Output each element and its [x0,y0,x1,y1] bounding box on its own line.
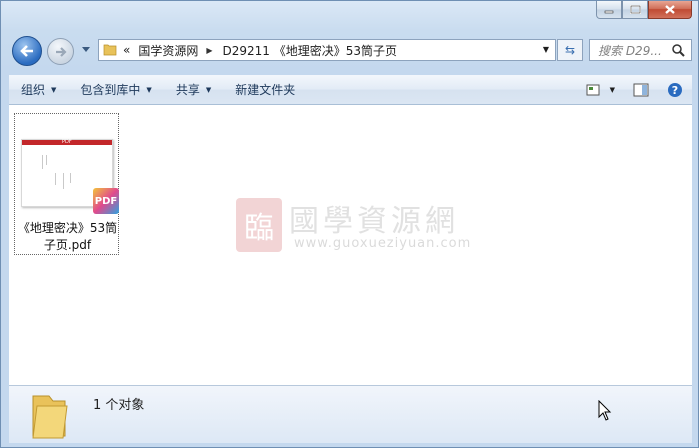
search-placeholder: 搜索 D29... [598,43,662,58]
thumb-text-line [42,155,43,169]
command-bar: 组织 ▼ 包含到库中 ▼ 共享 ▼ 新建文件夹 ▼ ? [9,75,692,105]
view-icon [586,84,600,95]
help-button[interactable]: ? [658,75,692,104]
file-item[interactable]: PDF PDF 《地理密决》53筒子页.pdf [14,113,119,255]
include-label: 包含到库中 [80,83,141,97]
arrow-left-icon [20,45,33,57]
address-bar[interactable]: « 国学资源网 ▶ D29211 《地理密决》53筒子页 ▼ [98,39,556,61]
forward-button[interactable] [47,38,74,65]
maximize-button[interactable] [622,1,648,19]
preview-pane-icon [633,83,649,96]
share-menu[interactable]: 共享 ▼ [164,75,223,104]
thumb-text-line [63,173,64,189]
item-count: 1 个对象 [93,398,145,413]
search-icon[interactable] [671,43,685,57]
refresh-icon: ⇆ [564,43,576,57]
minimize-icon [604,10,614,13]
thumb-text-line [46,155,47,165]
details-pane: 1 个对象 [9,385,692,443]
share-label: 共享 [175,83,200,97]
explorer-window: « 国学资源网 ▶ D29211 《地理密决》53筒子页 ▼ ⇆ 搜索 D29.… [0,0,699,448]
close-icon [665,5,675,14]
chevron-down-icon: ▼ [609,85,615,94]
mouse-cursor-icon [598,400,612,421]
new-folder-button[interactable]: 新建文件夹 [223,75,307,104]
thumb-text-line [70,173,71,183]
new-folder-label: 新建文件夹 [235,83,296,97]
maximize-icon [629,5,641,14]
file-list-pane[interactable]: PDF PDF 《地理密决》53筒子页.pdf 臨 國學資源網 www.guox… [9,105,692,385]
organize-menu[interactable]: 组织 ▼ [9,75,68,104]
arrow-right-icon [55,46,67,57]
thumb-text-line [55,173,56,185]
file-name[interactable]: 《地理密决》53筒子页.pdf [15,220,120,254]
watermark-url: www.guoxueziyuan.com [294,236,472,251]
change-view-button[interactable]: ▼ [577,75,624,104]
caption-buttons [596,1,692,19]
refresh-button[interactable]: ⇆ [557,39,583,61]
watermark-logo: 臨 [236,198,282,252]
watermark: 臨 國學資源網 www.guoxueziyuan.com [236,196,476,258]
svg-text:?: ? [672,84,678,97]
pdf-file-icon: PDF [93,188,119,214]
close-button[interactable] [648,1,692,19]
recent-pages-icon[interactable] [81,46,91,54]
chevron-right-icon[interactable]: ▶ [206,46,212,55]
thumb-header-text: PDF [62,139,72,145]
folder-icon [103,42,117,59]
back-button[interactable] [12,36,42,66]
chevron-down-icon: ▼ [205,85,212,94]
preview-pane-button[interactable] [624,75,658,104]
chevron-down-icon: ▼ [146,85,152,94]
watermark-title: 國學資源網 [289,204,459,239]
minimize-button[interactable] [596,1,622,19]
search-input[interactable]: 搜索 D29... [589,39,692,61]
include-in-library-menu[interactable]: 包含到库中 ▼ [68,75,163,104]
chevron-down-icon: ▼ [51,85,57,94]
chevron-down-icon[interactable]: ▼ [543,45,549,54]
breadcrumb-segment[interactable]: 国学资源网 [138,42,198,59]
folder-icon [32,395,68,439]
organize-label: 组织 [21,83,46,97]
help-icon: ? [668,82,682,97]
address-overflow[interactable]: « [123,43,130,57]
breadcrumb-segment[interactable]: D29211 《地理密决》53筒子页 [223,42,398,59]
